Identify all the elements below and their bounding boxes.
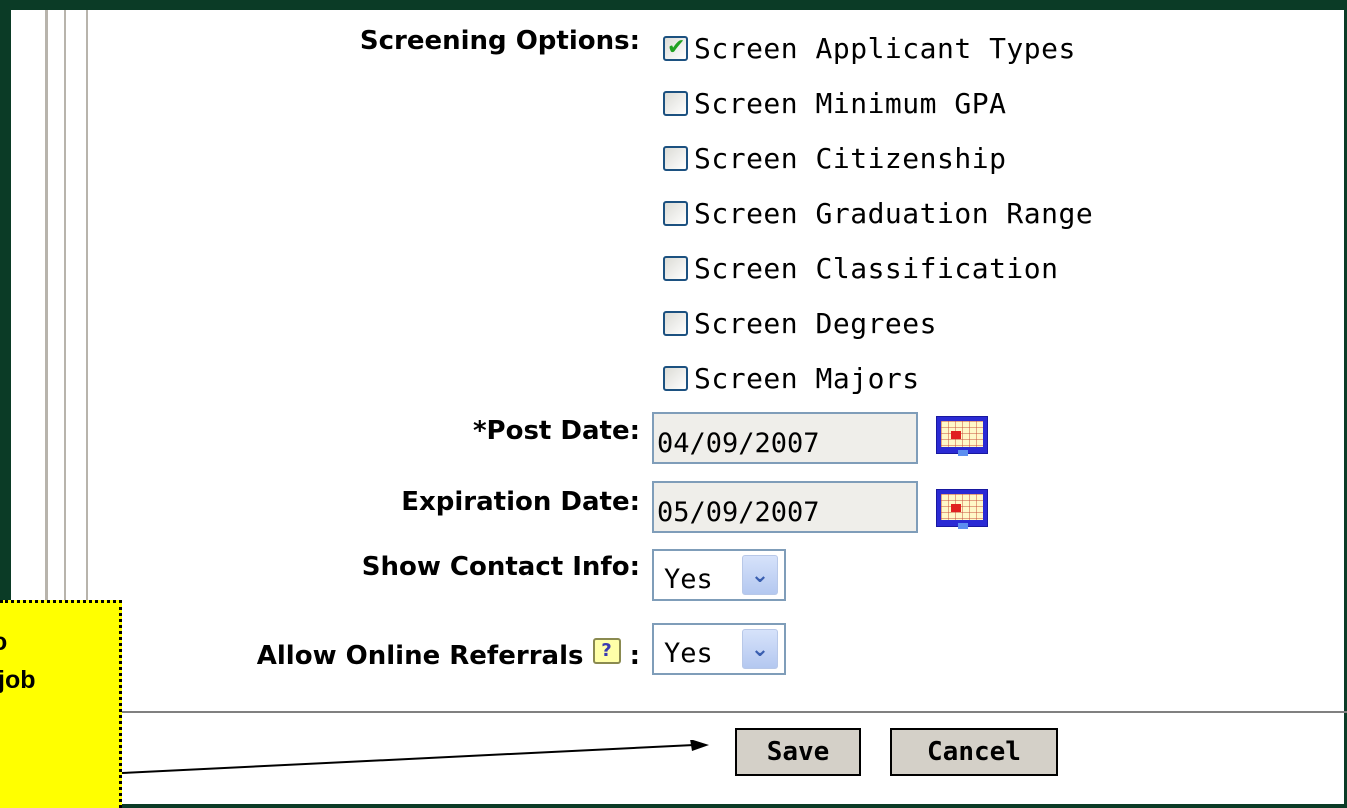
expiration-date-label: Expiration Date: xyxy=(401,487,640,517)
frame-bottom xyxy=(0,804,1347,808)
checkbox-row-classification[interactable]: Screen Classification xyxy=(663,251,1059,285)
callout-line-2: job xyxy=(0,666,36,694)
select-value: Yes xyxy=(664,563,713,595)
checkbox-row-applicant-types[interactable]: ✔ Screen Applicant Types xyxy=(663,31,1076,65)
chevron-down-icon[interactable]: ⌄ xyxy=(742,555,778,595)
left-divider xyxy=(86,10,88,600)
checkmark-icon: ✔ xyxy=(667,34,686,60)
checkbox-label: Screen Graduation Range xyxy=(694,196,1094,230)
select-value: Yes xyxy=(664,637,713,669)
expiration-date-calendar-button[interactable] xyxy=(936,489,990,529)
checkbox-label: Screen Applicant Types xyxy=(694,31,1076,65)
checkbox-label: Screen Citizenship xyxy=(694,141,1007,175)
callout-note: o job xyxy=(0,600,122,808)
allow-online-referrals-select[interactable]: Yes ⌄ xyxy=(652,623,786,675)
show-contact-info-label: Show Contact Info: xyxy=(361,552,640,582)
left-panel xyxy=(11,10,45,600)
checkbox-row-degrees[interactable]: Screen Degrees xyxy=(663,306,937,340)
post-date-calendar-button[interactable] xyxy=(936,416,990,456)
screening-options-label: Screening Options: xyxy=(359,26,640,56)
checkbox-label: Screen Majors xyxy=(694,361,920,395)
allow-referrals-label-wrap: Allow Online Referrals ? : xyxy=(100,632,640,684)
form-divider xyxy=(122,711,1347,713)
left-divider xyxy=(64,10,66,600)
allow-referrals-text: Allow Online Referrals xyxy=(256,641,584,671)
screening-options-label-wrap: Screening Options: xyxy=(100,26,640,66)
checkbox-applicant-types[interactable]: ✔ xyxy=(663,34,688,61)
post-date-label: *Post Date: xyxy=(472,416,640,446)
expiration-date-input[interactable]: 05/09/2007 xyxy=(652,481,918,533)
checkbox-row-minimum-gpa[interactable]: Screen Minimum GPA xyxy=(663,86,1006,120)
checkbox-row-citizenship[interactable]: Screen Citizenship xyxy=(663,141,1006,175)
help-icon[interactable]: ? xyxy=(592,638,621,664)
checkbox-degrees[interactable] xyxy=(663,310,688,336)
left-divider xyxy=(45,10,48,600)
checkbox-row-majors[interactable]: Screen Majors xyxy=(663,361,920,395)
show-contact-info-select[interactable]: Yes ⌄ xyxy=(652,549,786,601)
callout-line-1: o xyxy=(0,623,119,661)
checkbox-citizenship[interactable] xyxy=(663,145,688,171)
save-button[interactable]: Save xyxy=(735,728,861,776)
allow-online-referrals-label: Allow Online Referrals ? : xyxy=(257,638,640,671)
allow-referrals-colon: : xyxy=(629,641,640,671)
show-contact-label-wrap: Show Contact Info: xyxy=(100,552,640,592)
callout-arrow xyxy=(122,740,709,774)
checkbox-row-graduation-range[interactable]: Screen Graduation Range xyxy=(663,196,1093,230)
cancel-button[interactable]: Cancel xyxy=(890,728,1058,776)
post-date-input[interactable]: 04/09/2007 xyxy=(652,412,918,464)
checkbox-label: Screen Degrees xyxy=(694,306,938,340)
checkbox-majors[interactable] xyxy=(663,365,688,391)
checkbox-classification[interactable] xyxy=(663,255,688,281)
chevron-down-icon[interactable]: ⌄ xyxy=(742,629,778,669)
frame-top xyxy=(0,0,1347,10)
checkbox-label: Screen Classification xyxy=(694,251,1059,285)
checkbox-graduation-range[interactable] xyxy=(663,200,688,226)
expiration-date-label-wrap: Expiration Date: xyxy=(100,487,640,527)
checkbox-label: Screen Minimum GPA xyxy=(694,86,1007,120)
post-date-label-wrap: *Post Date: xyxy=(100,416,640,456)
checkbox-minimum-gpa[interactable] xyxy=(663,90,688,116)
